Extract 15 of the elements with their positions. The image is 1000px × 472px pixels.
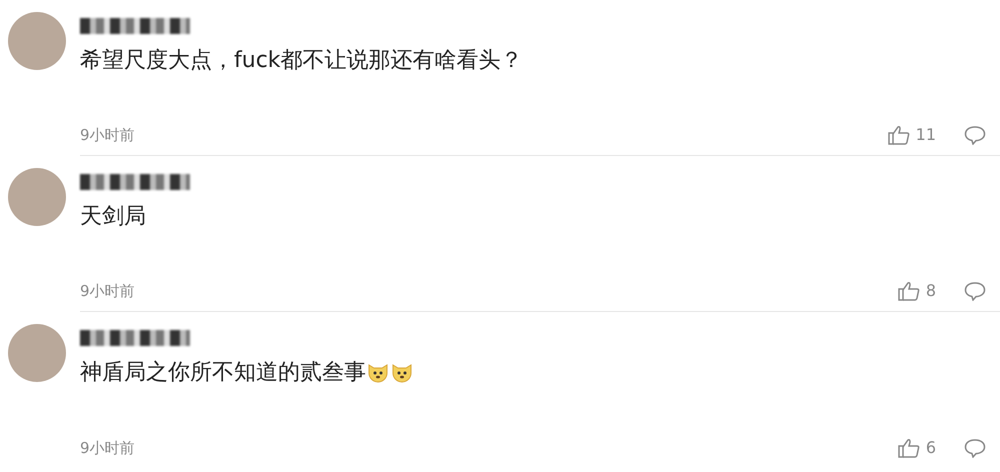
thumbs-up-icon[interactable] [898,281,920,301]
comment-text: 神盾局之你所不知道的贰叁事 [80,359,366,387]
thumbs-up-icon[interactable] [898,438,920,458]
like-count: 11 [916,124,936,146]
speech-bubble-icon[interactable] [964,125,986,145]
comment-time: 9小时前 [80,280,135,302]
speech-bubble-icon[interactable] [964,281,986,301]
like-count: 8 [926,280,936,302]
comment-time: 9小时前 [80,438,135,459]
like-count: 6 [926,437,936,459]
comment-text: 希望尺度大点，fuck都不让说那还有啥看头？ [80,47,523,75]
speech-bubble-icon[interactable] [964,438,986,458]
comment-text: 天剑局 [80,203,146,231]
thumbs-up-icon[interactable] [888,125,910,145]
comment-time: 9小时前 [80,124,135,146]
